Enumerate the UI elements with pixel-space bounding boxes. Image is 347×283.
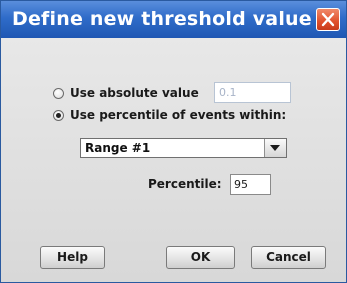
dialog-title: Define new threshold value [12,8,312,30]
absolute-value-option[interactable]: Use absolute value [53,86,199,100]
chevron-down-icon[interactable] [264,139,286,157]
title-bar[interactable]: Define new threshold value [1,1,346,38]
range-select[interactable]: Range #1 [80,138,287,158]
help-button[interactable]: Help [40,246,105,269]
close-icon [321,12,335,27]
percentile-label: Percentile: [148,177,222,191]
ok-button[interactable]: OK [166,246,235,269]
range-select-value: Range #1 [85,141,151,155]
percentile-option-label: Use percentile of events within: [70,108,287,122]
close-button[interactable] [316,8,340,31]
percentile-input[interactable]: 95 [230,174,271,195]
percentile-radio[interactable] [53,109,64,121]
absolute-value-input[interactable]: 0.1 [214,82,291,103]
percentile-option[interactable]: Use percentile of events within: [53,108,286,122]
cancel-button[interactable]: Cancel [251,246,326,269]
absolute-value-label: Use absolute value [70,86,199,100]
threshold-dialog: Define new threshold value Use absolute … [0,0,347,283]
absolute-value-radio[interactable] [53,87,64,99]
